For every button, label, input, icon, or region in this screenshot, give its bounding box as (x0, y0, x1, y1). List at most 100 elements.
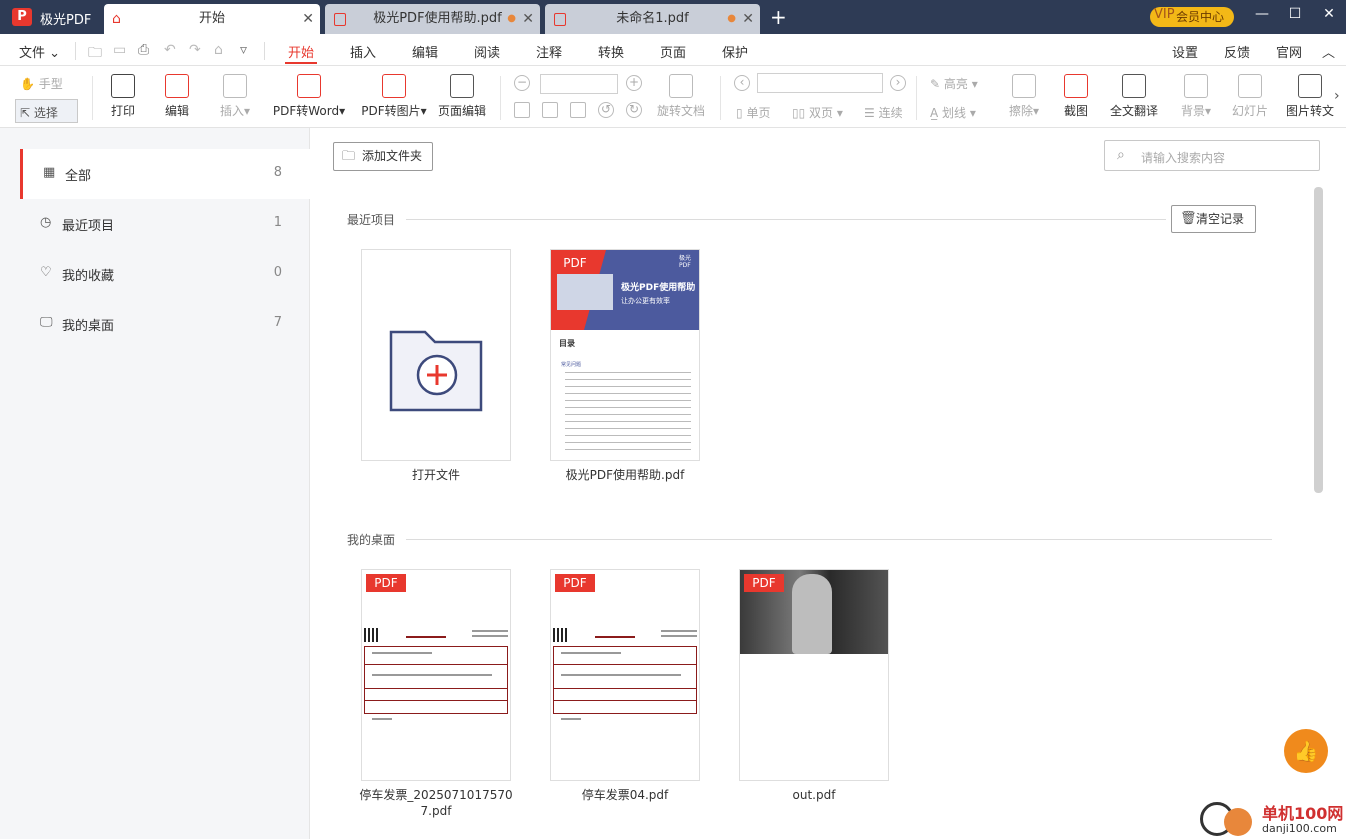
pdf-to-image-button[interactable]: PDF转图片▾ (360, 74, 428, 119)
rotate-right-icon[interactable]: ↻ (626, 102, 642, 118)
menu-read[interactable]: 阅读 (474, 42, 500, 61)
menu-protect[interactable]: 保护 (722, 42, 748, 61)
print-icon[interactable]: ⎙ (138, 42, 149, 58)
zoom-out-icon[interactable]: − (514, 75, 530, 91)
open-file-label: 打开文件 (411, 468, 460, 482)
page-number-input[interactable] (757, 73, 883, 93)
desktop-section-title: 我的桌面 (347, 533, 396, 547)
minimize-icon[interactable]: — (1250, 6, 1274, 22)
maximize-icon[interactable]: ☐ (1283, 6, 1307, 22)
print-button[interactable]: 打印 (108, 74, 138, 119)
sidebar-item-recent[interactable]: ◷ 最近项目 1 (20, 199, 310, 249)
highlight-label: 高亮 (943, 77, 968, 91)
open-file-card[interactable] (361, 249, 511, 461)
close-window-icon[interactable]: ✕ (1317, 6, 1341, 22)
pdf-to-image-label: PDF转图片 (361, 104, 421, 118)
next-page-icon[interactable]: › (890, 75, 906, 91)
sidebar-item-desktop[interactable]: 🖵 我的桌面 7 (20, 299, 310, 349)
open-folder-icon[interactable]: 🗀 (88, 42, 102, 66)
modified-dot-icon: ● (507, 13, 516, 24)
text-line (661, 630, 697, 632)
file-card-help-pdf[interactable]: 极光PDF 极光PDF使用帮助 让办公更有效率 PDF 目录 常见问题 (550, 249, 700, 461)
sidebar-item-label: 最近项目 (62, 219, 115, 234)
file-card-invoice-1[interactable]: PDF (361, 569, 511, 781)
translate-button[interactable]: 全文翻译 (1110, 74, 1158, 119)
fit-width-icon[interactable] (542, 102, 558, 118)
menu-edit[interactable]: 编辑 (412, 42, 438, 61)
page-edit-button[interactable]: 页面编辑 (436, 74, 488, 119)
title-bar: P 极光PDF ⌂ 开始 ✕ 极光PDF使用帮助.pdf ● ✕ 未命名1.pd… (0, 0, 1346, 34)
actual-size-icon[interactable] (570, 102, 586, 118)
section-divider (406, 219, 1166, 220)
tab-untitled-pdf[interactable]: 未命名1.pdf ● ✕ (545, 4, 760, 34)
file-card-invoice-2[interactable]: PDF (550, 569, 700, 781)
menu-annotate[interactable]: 注释 (536, 42, 562, 61)
qr-code-icon (553, 628, 567, 642)
strike-button[interactable]: A̲ 划线 ▾ (930, 104, 976, 121)
sidebar-item-count: 8 (273, 165, 282, 180)
rotate-left-icon[interactable]: ↺ (598, 102, 614, 118)
single-page-button[interactable]: ▯ 单页 (736, 104, 770, 121)
customize-icon[interactable]: ▿ (240, 42, 247, 58)
text-line (561, 674, 681, 676)
double-label: 双页 (809, 106, 834, 120)
menu-insert[interactable]: 插入 (350, 42, 376, 61)
file-card-out-pdf[interactable]: PDF (739, 569, 889, 781)
divider (916, 76, 917, 120)
cover-subtitle: 让办公更有效率 (621, 297, 670, 305)
sidebar-item-favorites[interactable]: ♡ 我的收藏 0 (20, 249, 310, 299)
menu-feedback[interactable]: 反馈 (1224, 42, 1250, 61)
save-icon: ▭ (113, 42, 127, 58)
app-logo: P (12, 8, 32, 26)
zoom-in-icon[interactable]: + (626, 75, 642, 91)
fit-page-icon[interactable] (514, 102, 530, 118)
menu-convert[interactable]: 转换 (598, 42, 624, 61)
tab-start[interactable]: ⌂ 开始 ✕ (104, 4, 320, 34)
prev-page-icon[interactable]: ‹ (734, 75, 750, 91)
continuous-button[interactable]: ☰ 连续 (864, 104, 903, 121)
app-window: { "app": {"name": "极光PDF", "logo_letter"… (0, 0, 1346, 839)
watermark-name: 单机100网 (1262, 804, 1344, 823)
thumbs-up-icon[interactable]: 👍 (1284, 729, 1328, 773)
rotate-doc-button[interactable]: 旋转文档 (656, 74, 706, 119)
menu-page[interactable]: 页面 (660, 42, 686, 61)
sidebar-item-label: 我的收藏 (62, 269, 115, 284)
pdf-to-word-button[interactable]: PDF转Word▾ (270, 74, 348, 119)
search-box[interactable]: ⌕ 请输入搜索内容 (1104, 140, 1320, 171)
image-to-text-button[interactable]: 图片转文 (1286, 74, 1334, 119)
zoom-select[interactable] (540, 74, 618, 94)
grid-icon: ▦ (43, 165, 56, 180)
close-icon[interactable]: ✕ (522, 4, 534, 34)
add-folder-button[interactable]: 🗀 添加文件夹 (333, 142, 433, 171)
slideshow-button[interactable]: 幻灯片 (1232, 74, 1268, 119)
clear-records-button[interactable]: 🗑 清空记录 (1171, 205, 1256, 233)
double-page-button[interactable]: ▯▯ 双页 ▾ (792, 104, 843, 121)
recent-section-title: 最近项目 (347, 213, 396, 227)
insert-button[interactable]: 插入▾ (218, 74, 252, 119)
hand-tool-button[interactable]: ✋ 手型 (20, 75, 63, 92)
sidebar-item-all[interactable]: ▦ 全部 8 (20, 149, 310, 199)
hand-icon: ✋ (20, 77, 35, 91)
new-tab-icon[interactable]: + (770, 4, 787, 30)
close-icon[interactable]: ✕ (302, 4, 314, 34)
menu-file[interactable]: 文件 ⌄ (19, 42, 60, 61)
collapse-ribbon-icon[interactable]: ︿ (1322, 42, 1335, 61)
select-tool-button[interactable]: ⇱ 选择 (20, 104, 58, 121)
tab-help-pdf[interactable]: 极光PDF使用帮助.pdf ● ✕ (325, 4, 540, 34)
edit-button[interactable]: 编辑 (162, 74, 192, 119)
erase-button[interactable]: 擦除▾ (1006, 74, 1042, 119)
scrollbar[interactable] (1314, 187, 1323, 493)
vip-center-button[interactable]: VIP 会员中心 (1150, 7, 1234, 27)
close-icon[interactable]: ✕ (742, 4, 754, 34)
text-line (561, 652, 621, 654)
background-button[interactable]: 背景▾ (1178, 74, 1214, 119)
page-grid-icon (450, 74, 474, 98)
undo-icon: ↶ (164, 42, 176, 58)
menu-settings[interactable]: 设置 (1172, 42, 1198, 61)
toolbar-scroll-right-icon[interactable]: › (1334, 88, 1340, 104)
clear-records-label: 清空记录 (1196, 212, 1245, 226)
screenshot-button[interactable]: 截图 (1062, 74, 1090, 119)
highlight-button[interactable]: ✎ 高亮 ▾ (930, 75, 978, 92)
menu-website[interactable]: 官网 (1276, 42, 1302, 61)
menu-start[interactable]: 开始 (284, 42, 318, 64)
